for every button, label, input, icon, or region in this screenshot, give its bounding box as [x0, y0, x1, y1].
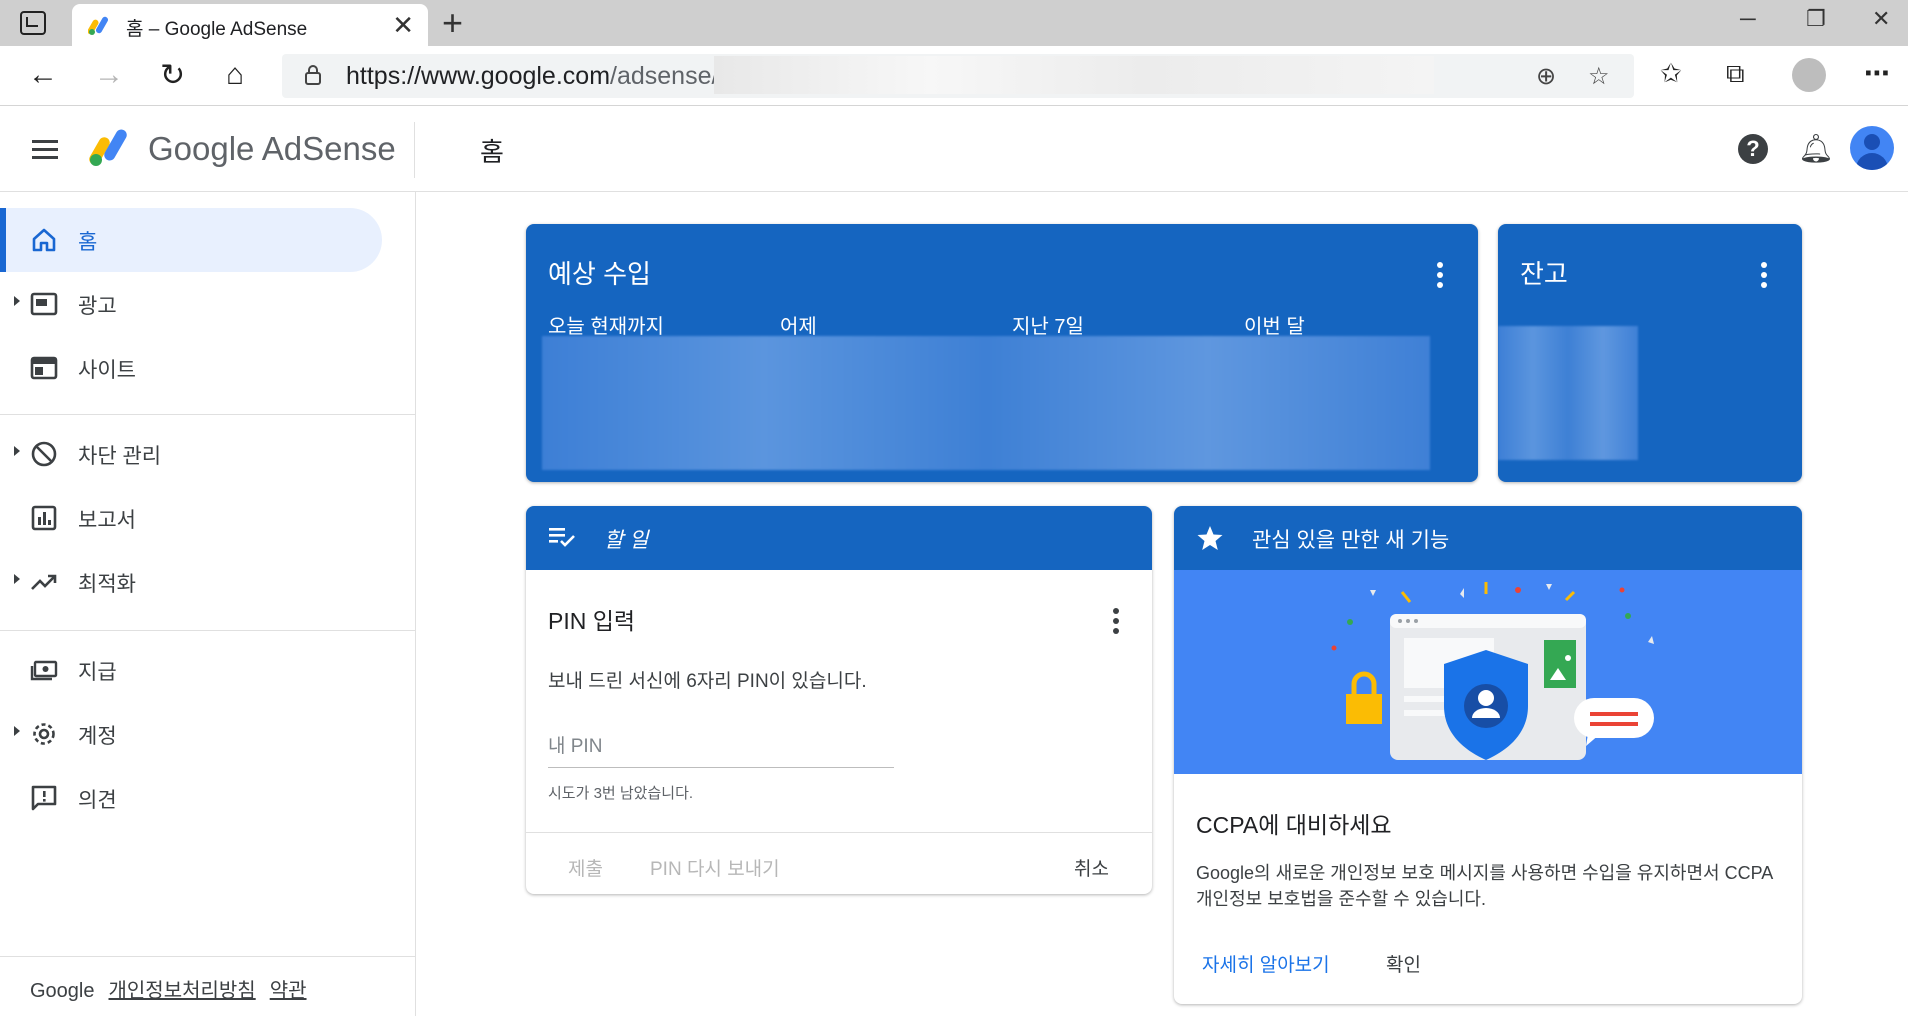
- sidebar-item-ads[interactable]: 광고: [0, 272, 382, 336]
- pin-description: 보내 드린 서신에 6자리 PIN이 있습니다.: [548, 671, 867, 692]
- sidebar-item-sites[interactable]: 사이트: [0, 336, 382, 400]
- sidebar-divider: [0, 630, 416, 631]
- sidebar-item-blocking[interactable]: 차단 관리: [0, 422, 382, 486]
- ads-icon: [30, 292, 58, 316]
- resend-pin-button[interactable]: PIN 다시 보내기: [650, 854, 780, 881]
- footer-brand: Google: [30, 980, 95, 1002]
- expand-caret-icon: [14, 296, 20, 306]
- more-menu-icon[interactable]: ⋯: [1864, 58, 1890, 89]
- todo-header-text: 할 일: [604, 529, 649, 552]
- feedback-icon: [31, 785, 57, 811]
- balance-card: 잔고: [1498, 224, 1802, 482]
- terms-link[interactable]: 약관: [270, 980, 307, 1002]
- forward-button[interactable]: →: [94, 58, 124, 92]
- expand-caret-icon: [14, 726, 20, 736]
- metric-7days-label: 지난 7일: [1012, 316, 1084, 338]
- expand-caret-icon: [14, 574, 20, 584]
- browser-titlebar: 홈 – Google AdSense ✕ + ─ ❐ ✕: [0, 0, 1908, 46]
- privacy-shield-illustration: [1331, 582, 1654, 760]
- sidebar-item-home[interactable]: 홈: [0, 208, 382, 272]
- sidebar-footer: Google 개인정보처리방침 약관: [30, 974, 307, 1003]
- sidebar-item-payments[interactable]: 지급: [0, 638, 382, 702]
- card-divider: [526, 832, 1152, 833]
- add-favorite-icon[interactable]: ☆: [1588, 62, 1610, 91]
- page-title: 홈: [480, 137, 504, 167]
- browser-profile-icon[interactable]: [1792, 58, 1826, 92]
- sidebar-item-account[interactable]: 계정: [0, 702, 382, 766]
- estimated-earnings-card: 예상 수입 오늘 현재까지 어제 지난 7일 이번 달: [526, 224, 1478, 482]
- metric-yesterday-label: 어제: [780, 316, 817, 338]
- feature-description: Google의 새로운 개인정보 보호 메시지를 사용하면 수입을 유지하면서 …: [1196, 863, 1773, 909]
- balance-value-redacted: [1498, 326, 1638, 460]
- collections-icon[interactable]: ⧉: [1726, 58, 1745, 90]
- back-button[interactable]: ←: [28, 58, 58, 92]
- help-icon[interactable]: ?: [1738, 134, 1768, 164]
- adsense-logo-icon: [89, 129, 127, 166]
- earnings-values-redacted: [542, 336, 1430, 470]
- metric-today-label: 오늘 현재까지: [548, 316, 664, 338]
- sidebar-item-feedback[interactable]: 의견: [0, 766, 382, 830]
- block-icon: [31, 441, 57, 467]
- todo-more-icon[interactable]: [1113, 608, 1119, 638]
- todo-card: 할 일 PIN 입력 보내 드린 서신에 6자리 PIN이 있습니다. 시도가 …: [526, 506, 1152, 894]
- pin-title: PIN 입력: [548, 608, 636, 634]
- privacy-link[interactable]: 개인정보처리방침: [109, 980, 256, 1002]
- tab-title: 홈 – Google AdSense: [126, 19, 308, 40]
- favorites-icon[interactable]: ✩: [1660, 58, 1682, 89]
- sidebar-divider: [0, 956, 416, 957]
- expand-caret-icon: [14, 446, 20, 456]
- browser-tab[interactable]: 홈 – Google AdSense ✕: [72, 4, 428, 46]
- notifications-icon[interactable]: 🔔︎: [1798, 132, 1834, 165]
- tab-close-icon[interactable]: ✕: [392, 10, 414, 41]
- sidebar-item-optimization[interactable]: 최적화: [0, 550, 382, 614]
- pin-helper-text: 시도가 3번 남았습니다.: [548, 785, 694, 802]
- url-redacted: [714, 56, 1434, 94]
- address-bar-row: ← → ↻ ⌂ https://www.google.com/adsense/ …: [0, 46, 1908, 106]
- todo-card-header: 할 일: [526, 506, 1152, 570]
- balance-more-icon[interactable]: [1761, 262, 1767, 292]
- restore-icon[interactable]: ❐: [1806, 6, 1826, 32]
- menu-icon[interactable]: [32, 140, 58, 160]
- metric-month-label: 이번 달: [1244, 316, 1305, 338]
- trending-up-icon: [31, 574, 57, 590]
- sidebar: 홈 광고 사이트 차단 관리 보고서 최적화 지급 계정 의견 Google 개인…: [0, 192, 416, 1016]
- window-close-icon[interactable]: ✕: [1872, 6, 1890, 32]
- earnings-title: 예상 수입: [548, 259, 651, 289]
- lock-icon: [305, 65, 321, 85]
- app-logo-text: Google AdSense: [148, 130, 396, 167]
- star-icon: [1197, 526, 1223, 550]
- zoom-icon[interactable]: ⊕: [1536, 62, 1556, 91]
- reports-icon: [31, 505, 57, 531]
- sites-icon: [30, 356, 58, 380]
- earnings-more-icon[interactable]: [1437, 262, 1443, 292]
- app-header: Google AdSense 홈 ? 🔔︎: [0, 106, 1908, 192]
- gear-icon: [33, 723, 55, 745]
- payments-icon: [30, 660, 58, 681]
- feature-title: CCPA에 대비하세요: [1196, 812, 1392, 838]
- submit-button[interactable]: 제출: [568, 854, 603, 881]
- pin-input[interactable]: [548, 726, 894, 768]
- feature-card-header: 관심 있을 만한 새 기능: [1174, 506, 1802, 570]
- header-divider: [414, 122, 415, 178]
- home-icon: [32, 228, 56, 252]
- learn-more-link[interactable]: 자세히 알아보기: [1202, 950, 1330, 977]
- ok-button[interactable]: 확인: [1386, 950, 1421, 977]
- url-text: https://www.google.com/adsense/: [346, 62, 719, 90]
- account-avatar[interactable]: [1850, 126, 1894, 170]
- feature-header-text: 관심 있을 만한 새 기능: [1252, 529, 1450, 552]
- cancel-button[interactable]: 취소: [1074, 854, 1109, 881]
- home-button[interactable]: ⌂: [226, 58, 244, 92]
- url-field[interactable]: https://www.google.com/adsense/ ⊕ ☆: [282, 54, 1634, 98]
- sidebar-divider: [0, 414, 416, 415]
- reload-button[interactable]: ↻: [160, 58, 185, 93]
- sidebar-item-reports[interactable]: 보고서: [0, 486, 382, 550]
- adsense-favicon-icon: [88, 16, 108, 35]
- minimize-icon[interactable]: ─: [1740, 6, 1756, 32]
- balance-title: 잔고: [1520, 259, 1568, 289]
- tab-actions-icon[interactable]: [20, 11, 46, 35]
- new-feature-card: 관심 있을 만한 새 기능 CCPA에 대비하세요 Google의 새로운 개인…: [1174, 506, 1802, 1004]
- new-tab-button[interactable]: +: [442, 2, 463, 44]
- ccpa-illustration: [1174, 570, 1802, 774]
- checklist-icon: [549, 528, 575, 547]
